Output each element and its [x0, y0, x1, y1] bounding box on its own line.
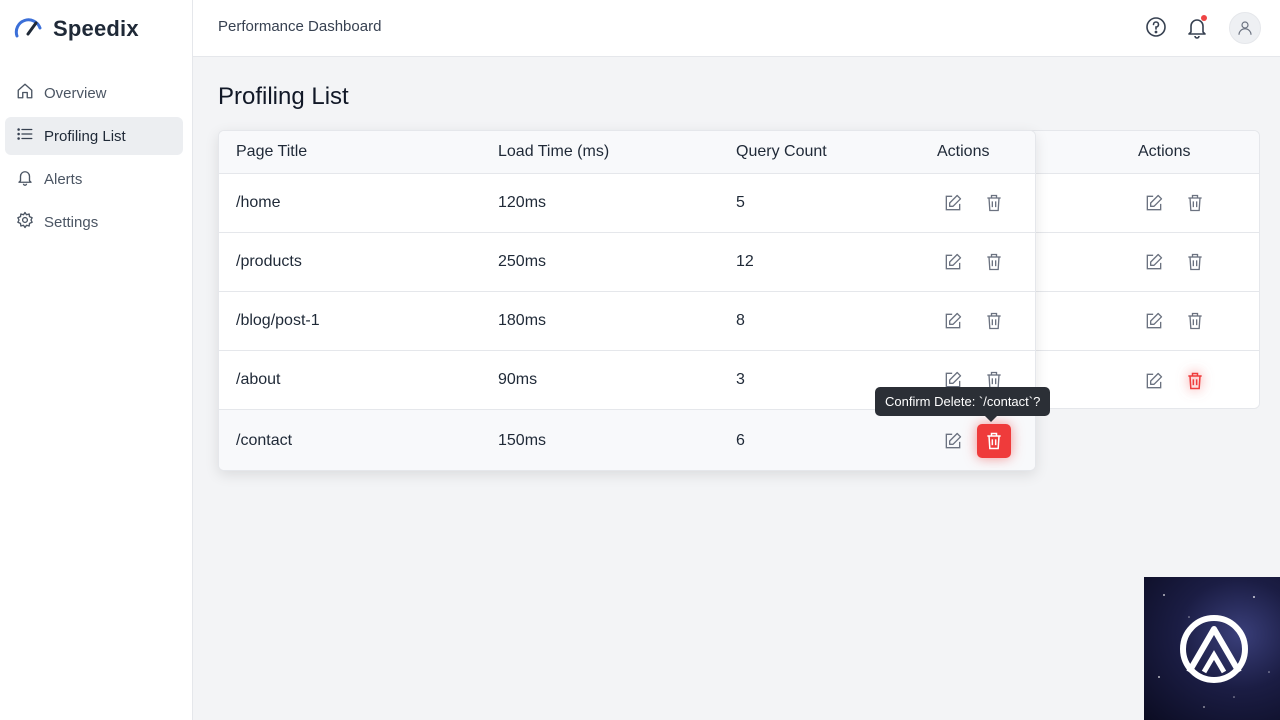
notification-dot	[1201, 15, 1207, 21]
sidebar-nav: Overview Profiling List Alerts Settings	[5, 74, 183, 246]
speedometer-logo-icon	[14, 14, 44, 45]
edit-icon[interactable]	[1143, 251, 1165, 273]
cell-page-title: /home	[236, 194, 281, 211]
trash-icon[interactable]	[983, 251, 1005, 273]
table-row	[1021, 292, 1259, 351]
trash-icon[interactable]	[1184, 251, 1206, 273]
notification-bell-icon[interactable]	[1185, 15, 1209, 39]
column-header-query-count: Query Count	[736, 143, 827, 160]
page-title: Profiling List	[218, 83, 349, 110]
table-row	[1021, 233, 1259, 292]
profiling-table: Page Title Load Time (ms) Query Count Ac…	[218, 130, 1036, 471]
sidebar-item-settings[interactable]: Settings	[5, 203, 183, 241]
cell-page-title: /products	[236, 253, 302, 270]
home-icon	[16, 82, 34, 104]
edit-icon[interactable]	[1143, 192, 1165, 214]
edit-icon[interactable]	[942, 251, 964, 273]
cell-page-title: /contact	[236, 431, 293, 449]
cell-query-count: 12	[736, 253, 754, 270]
table-row: /contact 150ms 6	[219, 410, 1035, 470]
edit-icon[interactable]	[1143, 310, 1165, 332]
background-table: Actions	[1020, 130, 1260, 409]
row-actions	[942, 233, 1005, 291]
cell-query-count: 6	[736, 431, 745, 449]
trash-icon[interactable]	[1184, 370, 1206, 392]
trash-icon[interactable]	[1184, 310, 1206, 332]
edit-icon[interactable]	[942, 192, 964, 214]
cell-load-time: 150ms	[498, 431, 547, 449]
edit-icon[interactable]	[942, 430, 964, 452]
column-header-actions: Actions	[1138, 143, 1191, 160]
cell-load-time: 250ms	[498, 253, 547, 270]
edit-icon[interactable]	[942, 310, 964, 332]
table-row	[1021, 174, 1259, 233]
row-actions	[942, 174, 1005, 232]
column-header-load-time: Load Time (ms)	[498, 143, 610, 160]
sidebar-item-label: Settings	[44, 213, 99, 231]
sidebar-item-profiling-list[interactable]: Profiling List	[5, 117, 183, 155]
top-header: Performance Dashboard	[193, 0, 1280, 57]
table-row	[1021, 351, 1259, 408]
list-icon	[16, 125, 34, 147]
brand[interactable]: Speedix	[14, 14, 139, 44]
header-title: Performance Dashboard	[218, 18, 382, 35]
delete-button-active[interactable]	[977, 423, 1011, 458]
column-header-page-title: Page Title	[236, 143, 308, 160]
sidebar: Speedix Overview Profiling List Alerts S…	[0, 0, 193, 720]
trash-icon	[984, 431, 1004, 451]
trash-icon[interactable]	[1184, 192, 1206, 214]
cell-page-title: /blog/post-1	[236, 312, 320, 329]
confirm-delete-tooltip: Confirm Delete: `/contact`?	[875, 387, 1051, 422]
cell-page-title: /about	[236, 371, 281, 388]
cell-query-count: 5	[736, 194, 745, 211]
table-row: /products 250ms 12	[219, 233, 1035, 292]
sidebar-item-alerts[interactable]: Alerts	[5, 160, 183, 198]
cell-query-count: 3	[736, 371, 745, 388]
table-header: Actions	[1021, 131, 1259, 174]
cell-load-time: 120ms	[498, 194, 547, 211]
table-row: /home 120ms 5	[219, 174, 1035, 233]
cell-query-count: 8	[736, 312, 745, 329]
sidebar-item-label: Profiling List	[44, 127, 126, 145]
gear-icon	[16, 211, 34, 233]
edit-icon[interactable]	[1143, 370, 1165, 392]
starfield-logo-icon	[1158, 594, 1270, 708]
brand-name: Speedix	[53, 16, 139, 41]
user-avatar-icon[interactable]	[1229, 12, 1261, 44]
table-header: Page Title Load Time (ms) Query Count Ac…	[219, 131, 1035, 174]
trash-icon[interactable]	[983, 192, 1005, 214]
trash-icon[interactable]	[983, 310, 1005, 332]
bell-icon	[16, 168, 34, 190]
cell-load-time: 180ms	[498, 312, 547, 329]
help-icon[interactable]	[1144, 15, 1168, 39]
cell-load-time: 90ms	[498, 371, 538, 388]
sidebar-item-label: Overview	[44, 84, 107, 102]
corner-logo-badge	[1144, 577, 1280, 720]
column-header-actions: Actions	[937, 143, 990, 160]
sidebar-item-label: Alerts	[44, 170, 83, 188]
row-actions	[942, 410, 1011, 470]
table-row: /blog/post-1 180ms 8	[219, 292, 1035, 351]
row-actions	[942, 292, 1005, 350]
sidebar-item-overview[interactable]: Overview	[5, 74, 183, 112]
